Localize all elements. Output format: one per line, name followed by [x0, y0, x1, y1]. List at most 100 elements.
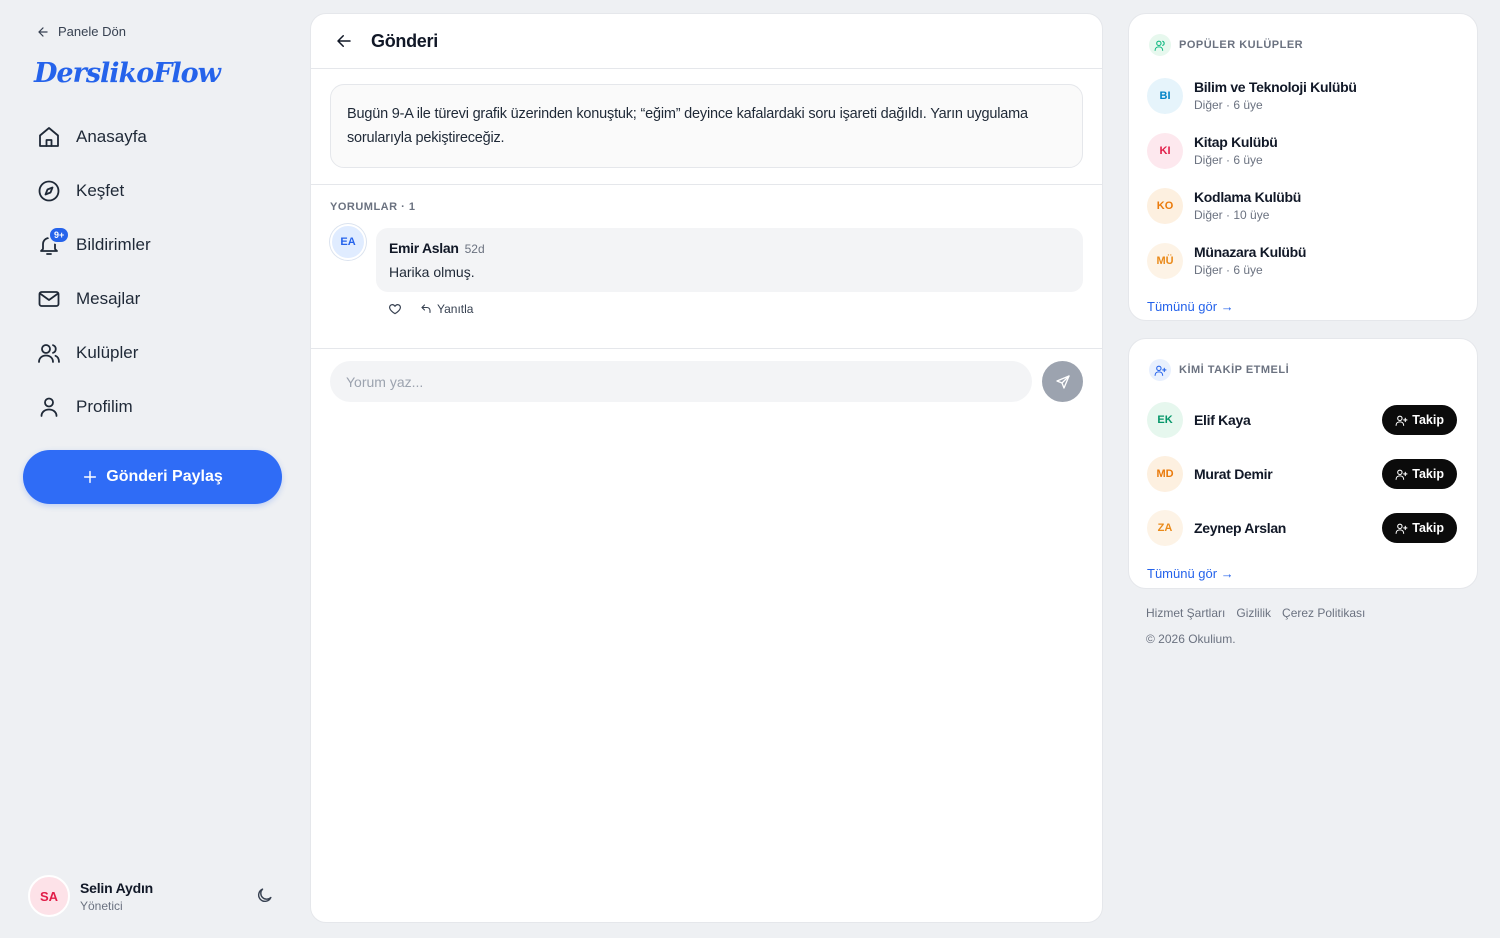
- club-item[interactable]: KO Kodlama Kulübü Diğer · 10 üye: [1147, 178, 1477, 233]
- nav-label: Mesajlar: [76, 289, 141, 308]
- reply-label: Yanıtla: [437, 302, 474, 316]
- club-avatar: BI: [1147, 77, 1183, 114]
- plus-icon: [82, 469, 98, 485]
- post-header: Gönderi: [311, 14, 1102, 69]
- user-icon: [36, 394, 62, 420]
- club-item[interactable]: KI Kitap Kulübü Diğer · 6 üye: [1147, 123, 1477, 178]
- club-name: Kodlama Kulübü: [1194, 189, 1302, 205]
- user-plus-icon: [1395, 414, 1408, 427]
- person-avatar[interactable]: ZA: [1147, 510, 1183, 546]
- follow-label: Takip: [1412, 467, 1444, 481]
- nav-label: Bildirimler: [76, 235, 151, 254]
- comment-text: Harika olmuş.: [389, 264, 475, 280]
- user-plus-icon: [1395, 522, 1408, 535]
- post-section: Bugün 9-A ile türevi grafik üzerinden ko…: [311, 69, 1102, 185]
- arrow-left-icon: [36, 25, 50, 39]
- club-meta: Diğer · 10 üye: [1194, 208, 1270, 222]
- nav-label: Keşfet: [76, 181, 125, 200]
- club-avatar: KO: [1147, 187, 1183, 224]
- follow-label: Takip: [1412, 521, 1444, 535]
- person-item: EK Elif Kaya Takip: [1147, 393, 1457, 447]
- follow-button[interactable]: Takip: [1382, 459, 1457, 489]
- comment-bubble: Emir Aslan 52d Harika olmuş.: [376, 228, 1083, 292]
- club-name: Bilim ve Teknoloji Kulübü: [1194, 79, 1357, 95]
- reply-button[interactable]: Yanıtla: [420, 302, 473, 316]
- page-title: Gönderi: [371, 30, 438, 51]
- comments-header: YORUMLAR · 1: [330, 201, 416, 213]
- cookie-policy-link[interactable]: Çerez Politikası: [1282, 606, 1365, 620]
- heart-icon: [388, 302, 402, 316]
- club-avatar: MÜ: [1147, 242, 1183, 279]
- footer: Hizmet Şartları Gizlilik Çerez Politikas…: [1146, 606, 1365, 646]
- share-post-button[interactable]: Gönderi Paylaş: [23, 450, 282, 504]
- commenter-avatar[interactable]: EA: [330, 224, 366, 260]
- see-all-people-link[interactable]: Tümünü gör →: [1129, 566, 1234, 581]
- user-role: Yönetici: [80, 898, 123, 913]
- comment-item: EA Emir Aslan 52d Harika olmuş. Yanıtla: [330, 224, 1083, 316]
- users-icon: [36, 340, 62, 366]
- user-plus-icon: [1395, 468, 1408, 481]
- comment-compose: [311, 349, 1102, 414]
- person-item: MD Murat Demir Takip: [1147, 447, 1457, 501]
- nav-item-messages[interactable]: Mesajlar: [22, 272, 284, 326]
- person-item: ZA Zeynep Arslan Takip: [1147, 501, 1457, 555]
- users-icon: [1149, 34, 1171, 56]
- person-avatar[interactable]: EK: [1147, 402, 1183, 438]
- club-item[interactable]: MÜ Münazara Kulübü Diğer · 6 üye: [1147, 233, 1477, 288]
- nav-item-explore[interactable]: Keşfet: [22, 164, 284, 218]
- like-button[interactable]: [388, 302, 402, 316]
- nav-item-notifications[interactable]: 9+ Bildirimler: [22, 218, 284, 272]
- main-nav: Anasayfa Keşfet 9+ Bildirimler Mesajlar: [22, 110, 284, 434]
- follow-label: Takip: [1412, 413, 1444, 427]
- comments-section: YORUMLAR · 1 EA Emir Aslan 52d Harika olm…: [311, 185, 1102, 349]
- person-avatar[interactable]: MD: [1147, 456, 1183, 492]
- popular-clubs-card: POPÜLER KULÜPLER BI Bilim ve Teknoloji K…: [1128, 13, 1478, 321]
- copyright: © 2026 Okulium.: [1146, 632, 1236, 646]
- user-name: Selin Aydın: [80, 879, 153, 896]
- theme-toggle-moon-icon[interactable]: [255, 886, 274, 905]
- send-comment-button[interactable]: [1042, 361, 1083, 402]
- terms-link[interactable]: Hizmet Şartları: [1146, 606, 1225, 620]
- nav-item-clubs[interactable]: Kulüpler: [22, 326, 284, 380]
- home-icon: [36, 124, 62, 150]
- person-name[interactable]: Zeynep Arslan: [1194, 520, 1382, 536]
- nav-label: Profilim: [76, 397, 133, 416]
- see-all-clubs-link[interactable]: Tümünü gör →: [1129, 299, 1234, 314]
- club-item[interactable]: BI Bilim ve Teknoloji Kulübü Diğer · 6 üy…: [1147, 68, 1477, 123]
- post-content: Bugün 9-A ile türevi grafik üzerinden ko…: [330, 84, 1083, 168]
- nav-label: Anasayfa: [76, 127, 147, 146]
- club-avatar: KI: [1147, 132, 1183, 169]
- post-detail-panel: Gönderi Bugün 9-A ile türevi grafik üzer…: [310, 13, 1103, 923]
- comment-author[interactable]: Emir Aslan: [389, 240, 459, 256]
- app-logo[interactable]: DerslikoFlow: [34, 58, 221, 89]
- back-arrow-icon[interactable]: [335, 32, 353, 50]
- notification-count-badge: 9+: [48, 226, 71, 244]
- club-meta: Diğer · 6 üye: [1194, 263, 1263, 277]
- nav-item-profile[interactable]: Profilim: [22, 380, 284, 434]
- share-post-label: Gönderi Paylaş: [106, 468, 223, 485]
- back-link-label: Panele Dön: [58, 24, 126, 39]
- back-to-panel-link[interactable]: Panele Dön: [36, 24, 126, 39]
- reply-icon: [420, 303, 432, 315]
- club-name: Münazara Kulübü: [1194, 244, 1307, 260]
- current-user-card[interactable]: SA Selin Aydın Yönetici: [28, 874, 278, 918]
- nav-label: Kulüpler: [76, 343, 139, 362]
- people-list: EK Elif Kaya Takip MD Murat Demir Takip …: [1129, 381, 1477, 555]
- compass-icon: [36, 178, 62, 204]
- who-to-follow-title: KİMİ TAKİP ETMELİ: [1179, 364, 1290, 376]
- privacy-link[interactable]: Gizlilik: [1236, 606, 1271, 620]
- follow-button[interactable]: Takip: [1382, 513, 1457, 543]
- club-list: BI Bilim ve Teknoloji Kulübü Diğer · 6 üy…: [1129, 56, 1477, 288]
- person-name[interactable]: Elif Kaya: [1194, 412, 1382, 428]
- popular-clubs-title: POPÜLER KULÜPLER: [1179, 39, 1304, 51]
- mail-icon: [36, 286, 62, 312]
- user-avatar: SA: [28, 875, 70, 917]
- who-to-follow-card: KİMİ TAKİP ETMELİ EK Elif Kaya Takip MD …: [1128, 338, 1478, 589]
- club-name: Kitap Kulübü: [1194, 134, 1278, 150]
- user-plus-icon: [1149, 359, 1171, 381]
- person-name[interactable]: Murat Demir: [1194, 466, 1382, 482]
- send-icon: [1055, 374, 1071, 390]
- comment-input[interactable]: [330, 361, 1032, 402]
- nav-item-home[interactable]: Anasayfa: [22, 110, 284, 164]
- follow-button[interactable]: Takip: [1382, 405, 1457, 435]
